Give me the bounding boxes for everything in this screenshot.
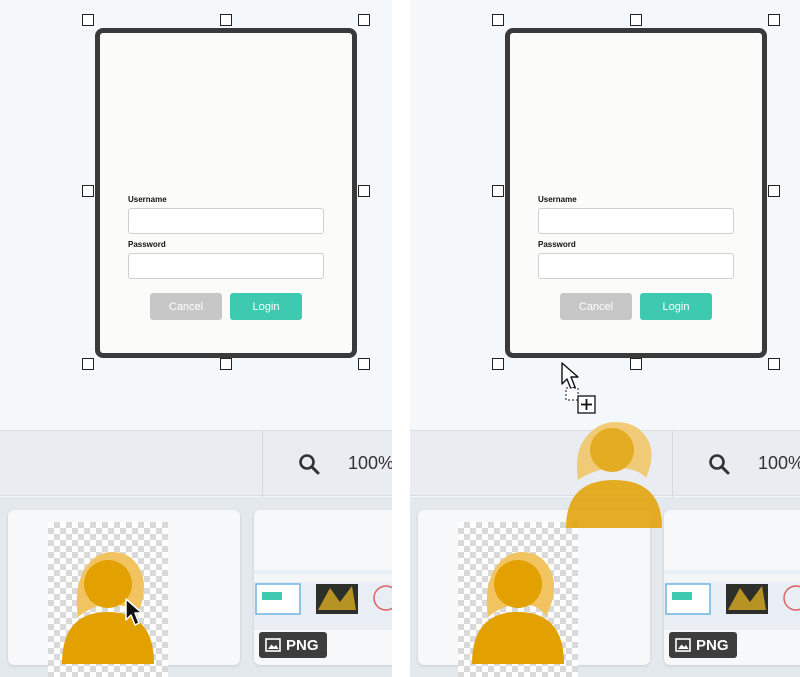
drag-copy-cursor-icon (561, 362, 596, 414)
login-button[interactable]: Login (230, 293, 302, 320)
avatar-icon (62, 552, 154, 664)
username-label: Username (538, 195, 577, 204)
asset-card-png[interactable]: PNG (664, 510, 800, 665)
resize-handle-bottom-left[interactable] (82, 358, 94, 370)
png-badge-label: PNG (696, 636, 729, 654)
screens-thumbnail (254, 574, 392, 615)
resize-handle-bottom-right[interactable] (358, 358, 370, 370)
arrow-cursor-icon (125, 598, 143, 626)
png-badge-label: PNG (286, 636, 319, 654)
avatar-icon (472, 552, 564, 664)
username-field[interactable] (128, 208, 324, 234)
asset-tray: PNG (0, 497, 392, 677)
resize-handle-left[interactable] (82, 185, 94, 197)
image-icon (675, 638, 691, 652)
resize-handle-right[interactable] (358, 185, 370, 197)
before-panel: Username Password Cancel Login 100% PNG (0, 0, 392, 677)
toolbar: 100% (0, 430, 392, 497)
resize-handle-right[interactable] (768, 185, 780, 197)
search-icon[interactable] (298, 453, 320, 475)
png-badge: PNG (259, 632, 327, 658)
resize-handle-top-left[interactable] (492, 14, 504, 26)
zoom-level[interactable]: 100% (348, 453, 392, 474)
transparency-checker (458, 522, 578, 677)
resize-handle-top[interactable] (630, 14, 642, 26)
dragged-avatar-icon[interactable] (562, 418, 666, 528)
resize-handle-top-right[interactable] (768, 14, 780, 26)
password-field[interactable] (538, 253, 734, 279)
thumbnail-preview (664, 570, 800, 630)
asset-card-png[interactable]: PNG (254, 510, 392, 665)
password-field[interactable] (128, 253, 324, 279)
resize-handle-left[interactable] (492, 185, 504, 197)
transparency-checker (48, 522, 168, 677)
cancel-button[interactable]: Cancel (150, 293, 222, 320)
asset-card-avatar[interactable] (418, 510, 650, 677)
resize-handle-top[interactable] (220, 14, 232, 26)
username-field[interactable] (538, 208, 734, 234)
resize-handle-top-right[interactable] (358, 14, 370, 26)
resize-handle-bottom-right[interactable] (768, 358, 780, 370)
screens-thumbnail (664, 574, 800, 615)
asset-card-avatar[interactable] (8, 510, 240, 677)
image-icon (265, 638, 281, 652)
after-panel: Username Password Cancel Login 100% PNG (410, 0, 800, 677)
zoom-level[interactable]: 100% (758, 453, 800, 474)
resize-handle-bottom[interactable] (630, 358, 642, 370)
login-button[interactable]: Login (640, 293, 712, 320)
toolbar-divider (262, 431, 263, 497)
password-label: Password (538, 240, 576, 249)
login-mockup-frame[interactable]: Username Password Cancel Login (95, 28, 357, 358)
cancel-button[interactable]: Cancel (560, 293, 632, 320)
resize-handle-bottom[interactable] (220, 358, 232, 370)
resize-handle-bottom-left[interactable] (492, 358, 504, 370)
username-label: Username (128, 195, 167, 204)
png-badge: PNG (669, 632, 737, 658)
search-icon[interactable] (708, 453, 730, 475)
thumbnail-preview (254, 570, 392, 630)
resize-handle-top-left[interactable] (82, 14, 94, 26)
login-mockup-frame[interactable]: Username Password Cancel Login (505, 28, 767, 358)
password-label: Password (128, 240, 166, 249)
toolbar-divider (672, 431, 673, 497)
